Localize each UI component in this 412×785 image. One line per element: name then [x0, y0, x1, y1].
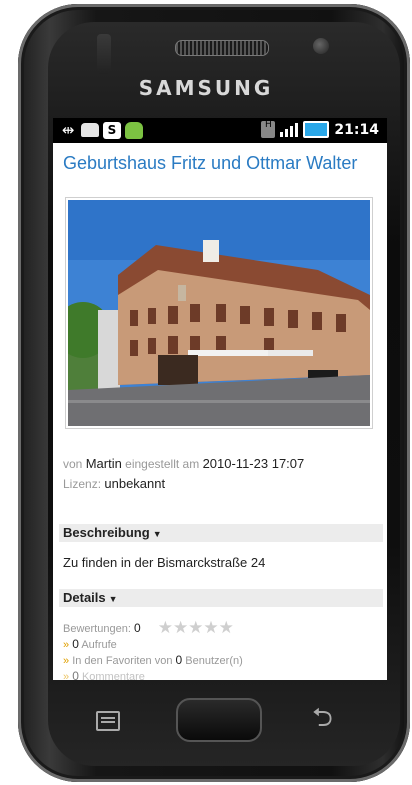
details-list: Bewertungen: 0 ★★★★★ » 0 Aufrufe » In de…	[63, 618, 243, 680]
views-value: 0	[72, 637, 79, 651]
description-text: Zu finden in der Bismarckstraße 24	[63, 555, 266, 570]
s-badge-icon: S	[103, 121, 121, 139]
hsdpa-icon: H	[261, 121, 276, 138]
fav-prefix: In den Favoriten von	[72, 655, 173, 667]
description-header[interactable]: Beschreibung ▼	[59, 524, 383, 542]
details-header-label: Details	[63, 590, 106, 605]
comments-value: 0	[72, 669, 79, 680]
rating-stars[interactable]: ★★★★★	[158, 618, 234, 637]
description-header-label: Beschreibung	[63, 525, 150, 540]
chevron-down-icon: ▼	[152, 529, 162, 539]
usb-icon: ⇹	[61, 121, 75, 139]
views-label: Aufrufe	[81, 639, 117, 651]
page-title[interactable]: Geburtshaus Fritz und Ottmar Walter	[63, 153, 375, 174]
fav-suffix: Benutzer(n)	[185, 655, 243, 667]
screen: ⇹ S H 21:14 Geburtshaus Fritz und Ottmar…	[53, 118, 387, 680]
details-header[interactable]: Details ▼	[59, 589, 383, 607]
post-date: 2010-11-23 17:07	[202, 456, 305, 471]
status-bar: ⇹ S H 21:14	[53, 118, 387, 143]
clock: 21:14	[334, 121, 379, 138]
meta-posted: eingestellt am	[125, 457, 200, 471]
battery-icon	[303, 121, 330, 138]
back-key[interactable]: ⮌	[312, 705, 333, 731]
signal-icon	[280, 122, 299, 137]
comments-label: Kommentare	[81, 671, 145, 680]
earpiece-speaker	[175, 40, 269, 56]
license-label: Lizenz:	[63, 477, 102, 491]
front-sensor	[313, 38, 329, 54]
bullet-arrow-icon: »	[63, 655, 70, 667]
home-button[interactable]	[176, 698, 262, 742]
fav-value: 0	[175, 653, 183, 667]
android-icon	[125, 121, 143, 139]
chevron-down-icon: ▼	[108, 594, 118, 604]
android-debug-icon	[81, 123, 99, 137]
building-photo-image	[55, 200, 370, 426]
bullet-arrow-icon: »	[63, 639, 70, 651]
bullet-arrow-icon: »	[63, 671, 70, 680]
meta-by: von	[63, 457, 83, 471]
ratings-label: Bewertungen:	[63, 623, 131, 635]
building-photo[interactable]	[55, 197, 373, 429]
author-link[interactable]: Martin	[86, 456, 122, 471]
brand-logo: SAMSUNG	[138, 76, 274, 100]
menu-key[interactable]	[96, 711, 120, 731]
page-content: Geburtshaus Fritz und Ottmar Walter	[53, 143, 387, 174]
camera-icon	[97, 34, 111, 74]
post-meta: von Martin eingestellt am 2010-11-23 17:…	[63, 454, 304, 494]
ratings-value: 0	[133, 621, 141, 635]
license-value: unbekannt	[104, 476, 166, 491]
